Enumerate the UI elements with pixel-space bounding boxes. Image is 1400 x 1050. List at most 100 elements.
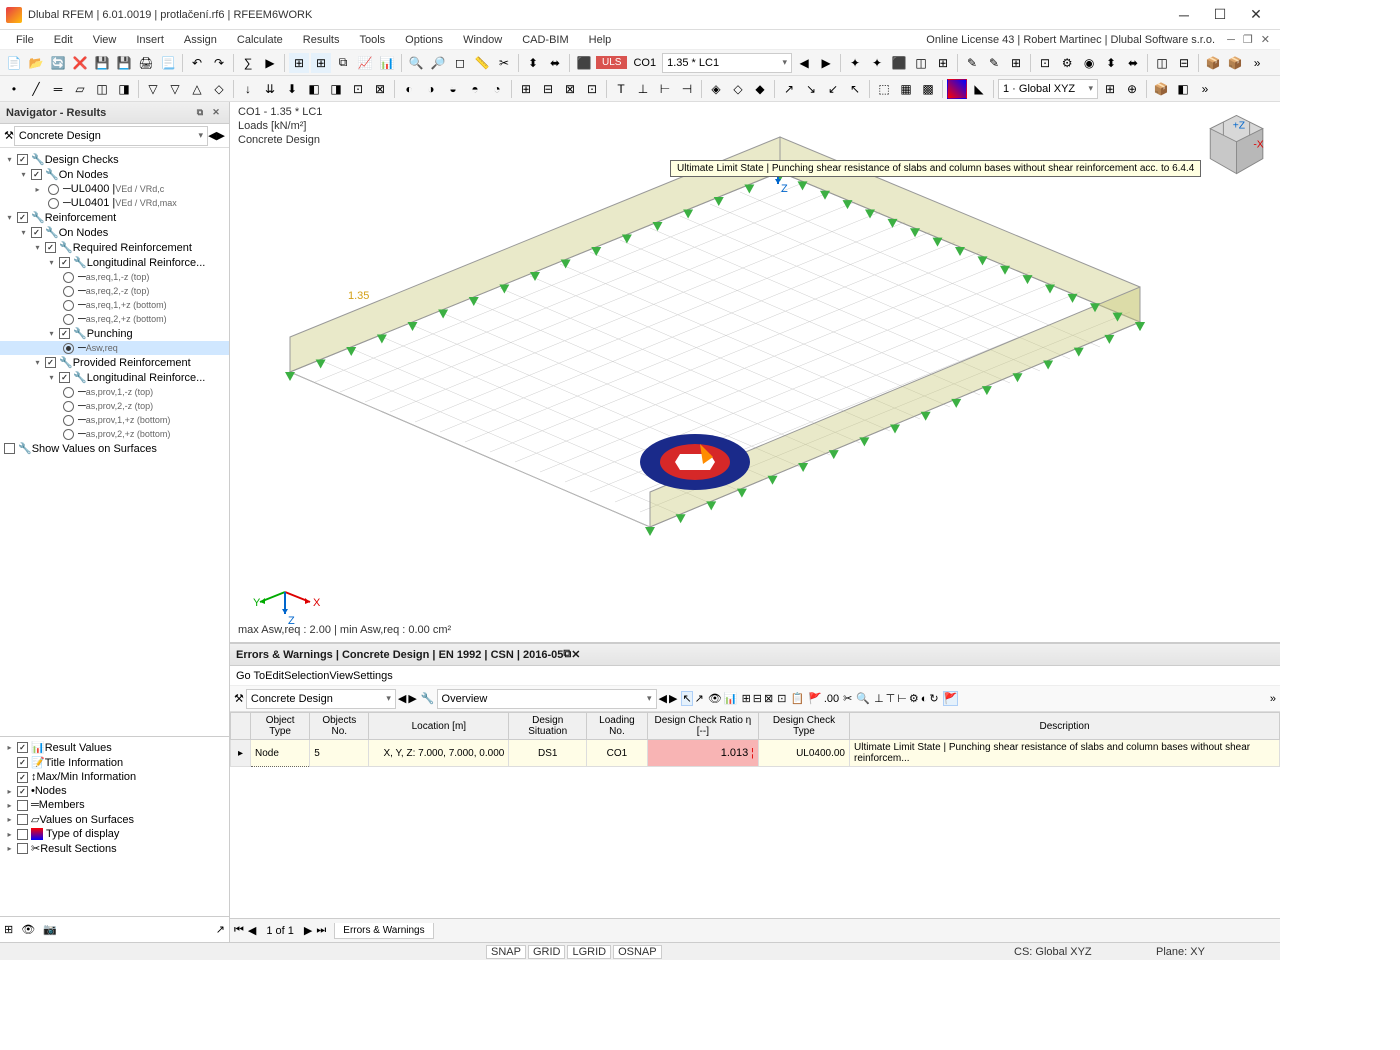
view-cube[interactable]: -X +Z bbox=[1199, 108, 1274, 183]
col-checktype[interactable]: Design Check Type bbox=[758, 713, 849, 740]
menu-assign[interactable]: Assign bbox=[174, 32, 227, 48]
tb2-d2[interactable]: ▦ bbox=[896, 79, 916, 99]
load-combo[interactable]: 1.35 * LC1 bbox=[662, 53, 792, 73]
nb-values-surf[interactable]: ▸▱ Values on Surfaces bbox=[0, 812, 229, 827]
tree-long-reinf-1[interactable]: ▾🔧 Longitudinal Reinforce... bbox=[0, 255, 229, 270]
ep-menu-view[interactable]: View bbox=[329, 670, 353, 682]
tb-s6[interactable]: ◫ bbox=[1152, 53, 1172, 73]
tb-r4[interactable]: ◫ bbox=[911, 53, 931, 73]
ep-next1[interactable]: ▶ bbox=[408, 692, 416, 705]
tb2-open[interactable]: ◫ bbox=[92, 79, 112, 99]
minimize-button[interactable]: ─ bbox=[1166, 3, 1202, 27]
tb2-g4[interactable]: ⊡ bbox=[582, 79, 602, 99]
tb-s7[interactable]: ⊟ bbox=[1174, 53, 1194, 73]
tb2-surf[interactable]: ▱ bbox=[70, 79, 90, 99]
mdi-close[interactable]: ✕ bbox=[1257, 33, 1274, 46]
tb2-member[interactable]: ═ bbox=[48, 79, 68, 99]
tb2-l7[interactable]: ⊠ bbox=[370, 79, 390, 99]
tb2-v2[interactable]: ◑ bbox=[421, 79, 441, 99]
tree-as-req-1pz[interactable]: ─ as,req,1,+z (bottom) bbox=[0, 298, 229, 312]
tree-on-nodes-1[interactable]: ▾🔧 On Nodes bbox=[0, 167, 229, 182]
nav-design-combo[interactable]: Concrete Design bbox=[14, 126, 208, 146]
ep-fwd[interactable]: ▶ bbox=[304, 924, 312, 937]
tb-diagram[interactable]: 📊 bbox=[377, 53, 397, 73]
tree-as-prov-2mz[interactable]: ─ as,prov,2,-z (top) bbox=[0, 399, 229, 413]
tb-tree[interactable]: ⧉ bbox=[333, 53, 353, 73]
col-objno[interactable]: Objects No. bbox=[310, 713, 369, 740]
ep-tb1[interactable]: ↖ bbox=[681, 691, 692, 706]
tb2-l1[interactable]: ↓ bbox=[238, 79, 258, 99]
ep-tb-more[interactable]: » bbox=[1270, 693, 1276, 705]
mdi-restore[interactable]: ❐ bbox=[1239, 33, 1257, 46]
tree-as-req-2mz[interactable]: ─ as,req,2,-z (top) bbox=[0, 284, 229, 298]
ep-last[interactable]: ⏭ bbox=[316, 924, 326, 937]
tb-r5[interactable]: ⊞ bbox=[933, 53, 953, 73]
cs-combo[interactable]: 1 · Global XYZ bbox=[998, 79, 1098, 99]
tb2-cs1[interactable]: ⊞ bbox=[1100, 79, 1120, 99]
ep-first[interactable]: ⏮ bbox=[234, 924, 244, 937]
tb2-c3[interactable]: ◆ bbox=[750, 79, 770, 99]
tb-saveall[interactable]: 💾 bbox=[114, 53, 134, 73]
tb-close[interactable]: ❌ bbox=[70, 53, 90, 73]
ep-overview-combo[interactable]: Overview bbox=[437, 689, 657, 709]
ep-tb9[interactable]: 📋 bbox=[790, 692, 804, 705]
tb2-g3[interactable]: ⊠ bbox=[560, 79, 580, 99]
ep-prev2[interactable]: ◀ bbox=[659, 692, 667, 705]
tb2-l6[interactable]: ⊡ bbox=[348, 79, 368, 99]
tb2-l3[interactable]: ⬇ bbox=[282, 79, 302, 99]
ep-tb20[interactable]: 🚩 bbox=[943, 691, 959, 706]
sb-osnap[interactable]: OSNAP bbox=[613, 945, 662, 959]
ep-tb11[interactable]: .00 bbox=[824, 693, 839, 705]
tree-punching[interactable]: ▾🔧 Punching bbox=[0, 326, 229, 341]
ep-menu-edit[interactable]: Edit bbox=[265, 670, 284, 682]
tb-new[interactable]: 📄 bbox=[4, 53, 24, 73]
tb-save[interactable]: 💾 bbox=[92, 53, 112, 73]
tb2-c1[interactable]: ◈ bbox=[706, 79, 726, 99]
tb-s5[interactable]: ⬌ bbox=[1123, 53, 1143, 73]
tb-find[interactable]: 🔍 bbox=[406, 53, 426, 73]
menu-view[interactable]: View bbox=[83, 32, 127, 48]
ep-tb15[interactable]: ⊤ bbox=[886, 692, 896, 705]
col-loading[interactable]: Loading No. bbox=[587, 713, 648, 740]
tree-design-checks[interactable]: ▾🔧 Design Checks bbox=[0, 152, 229, 167]
menu-options[interactable]: Options bbox=[395, 32, 453, 48]
menu-insert[interactable]: Insert bbox=[126, 32, 174, 48]
tb2-m2[interactable]: ↘ bbox=[801, 79, 821, 99]
ep-tb8[interactable]: ⊡ bbox=[777, 692, 786, 705]
col-desc[interactable]: Description bbox=[850, 713, 1280, 740]
mdi-minimize[interactable]: ─ bbox=[1223, 34, 1239, 46]
nb-type-display[interactable]: ▸Type of display bbox=[0, 827, 229, 841]
tb-report[interactable]: 📃 bbox=[158, 53, 178, 73]
tb-displ2[interactable]: ⬌ bbox=[545, 53, 565, 73]
tb2-sup4[interactable]: ◇ bbox=[209, 79, 229, 99]
tb2-d3[interactable]: ▩ bbox=[918, 79, 938, 99]
tb-redo[interactable]: ↷ bbox=[209, 53, 229, 73]
col-ratio[interactable]: Design Check Ratio η [--] bbox=[647, 713, 758, 740]
ep-tb12[interactable]: ✂ bbox=[843, 692, 852, 705]
tb2-more[interactable]: » bbox=[1195, 79, 1215, 99]
tree-ul0400[interactable]: ▸─ UL0400 | VEd / VRd,c bbox=[0, 182, 229, 196]
tb2-m3[interactable]: ↙ bbox=[823, 79, 843, 99]
sb-snap[interactable]: SNAP bbox=[486, 945, 526, 959]
col-objtype[interactable]: Object Type bbox=[251, 713, 310, 740]
tb2-g2[interactable]: ⊟ bbox=[538, 79, 558, 99]
ep-tb7[interactable]: ⊠ bbox=[764, 692, 773, 705]
ep-tb14[interactable]: ⊥ bbox=[874, 692, 884, 705]
close-button[interactable]: ✕ bbox=[1238, 3, 1274, 27]
tb2-v1[interactable]: ◐ bbox=[399, 79, 419, 99]
tb2-cs2[interactable]: ⊕ bbox=[1122, 79, 1142, 99]
tb2-e2[interactable]: ◧ bbox=[1173, 79, 1193, 99]
ep-tb5[interactable]: ⊞ bbox=[742, 692, 751, 705]
tb-s1[interactable]: ⊡ bbox=[1035, 53, 1055, 73]
ep-tab[interactable]: Errors & Warnings bbox=[334, 923, 433, 939]
nb-result-values[interactable]: ▸📊 Result Values bbox=[0, 740, 229, 755]
sb-grid[interactable]: GRID bbox=[528, 945, 566, 959]
ep-prev1[interactable]: ◀ bbox=[398, 692, 406, 705]
menu-window[interactable]: Window bbox=[453, 32, 512, 48]
tb-r2[interactable]: ✦ bbox=[867, 53, 887, 73]
tb2-v4[interactable]: ◓ bbox=[465, 79, 485, 99]
tb2-e1[interactable]: 📦 bbox=[1151, 79, 1171, 99]
ep-tb16[interactable]: ⊢ bbox=[897, 692, 907, 705]
ep-undock-icon[interactable]: ⧉ bbox=[563, 648, 571, 661]
tb2-sup2[interactable]: ▽ bbox=[165, 79, 185, 99]
